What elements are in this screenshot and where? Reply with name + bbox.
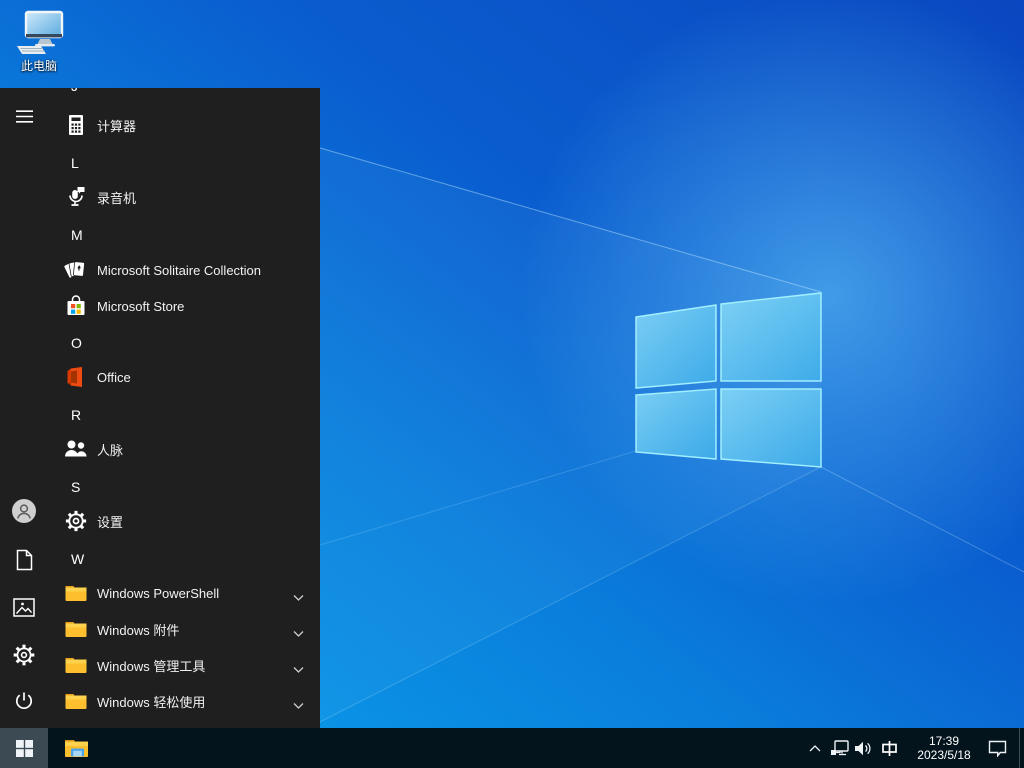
tray-overflow-button[interactable] <box>802 728 828 768</box>
this-pc-icon <box>17 10 64 54</box>
taskbar-clock[interactable]: 17:39 2023/5/18 <box>908 728 980 768</box>
ime-indicator[interactable] <box>876 728 902 768</box>
start-menu-item-microsoft-solitaire-collection[interactable]: Microsoft Solitaire Collection <box>48 252 320 288</box>
solitaire-icon <box>64 261 85 279</box>
file-explorer-button[interactable] <box>52 728 100 768</box>
office-icon <box>67 367 82 387</box>
start-menu-item-windows-轻松使用[interactable]: Windows 轻松使用 <box>48 683 320 719</box>
desktop-icon-label: 此电脑 <box>20 59 57 73</box>
folder-icon <box>65 622 87 637</box>
voice-recorder-icon <box>69 187 85 206</box>
folder-icon <box>65 586 87 601</box>
clock-time: 17:39 <box>928 734 960 748</box>
start-menu-item-office[interactable]: Office <box>48 359 320 395</box>
chevron-down-icon <box>293 703 304 709</box>
store-icon <box>67 295 85 315</box>
start-menu: J 计算器 L 录音机 M Microsoft Solitaire Collec… <box>0 88 320 728</box>
start-menu-item-设置[interactable]: 设置 <box>48 503 320 539</box>
chevron-down-icon <box>293 667 304 673</box>
windows-start-icon <box>15 739 33 757</box>
start-menu-section-m[interactable]: M <box>48 217 320 253</box>
start-menu-section-s[interactable]: S <box>48 469 320 505</box>
start-menu-section-l[interactable]: L <box>48 145 320 181</box>
volume-tray-button[interactable] <box>850 728 876 768</box>
start-menu-item-windows-powershell[interactable]: Windows PowerShell <box>48 575 320 611</box>
start-menu-section-o[interactable]: O <box>48 325 320 361</box>
people-icon <box>65 440 87 457</box>
desktop-icon-this-pc[interactable]: 此电脑 <box>8 10 70 74</box>
start-menu-section-j[interactable]: J <box>48 88 320 104</box>
volume-icon <box>855 741 871 755</box>
start-menu-item-item-18[interactable] <box>48 719 320 728</box>
start-menu-item-录音机[interactable]: 录音机 <box>48 179 320 215</box>
taskbar: 17:39 2023/5/18 <box>0 728 1024 768</box>
network-icon <box>830 740 849 756</box>
chevron-up-icon <box>809 744 821 751</box>
clock-date: 2023/5/18 <box>917 748 971 762</box>
file-explorer-icon <box>64 740 88 757</box>
network-tray-button[interactable] <box>826 728 852 768</box>
action-center-icon <box>988 740 1006 757</box>
calculator-icon <box>69 115 83 135</box>
start-button[interactable] <box>0 728 48 768</box>
folder-icon <box>65 658 87 673</box>
start-menu-item-windows-附件[interactable]: Windows 附件 <box>48 611 320 647</box>
start-menu-item-windows-管理工具[interactable]: Windows 管理工具 <box>48 647 320 683</box>
windows-desktop: 此电脑 J 计算器 L <box>0 0 1024 768</box>
action-center-button[interactable] <box>982 728 1012 768</box>
start-menu-section-r[interactable]: R <box>48 397 320 433</box>
start-menu-section-w[interactable]: W <box>48 541 320 577</box>
folder-icon <box>65 694 87 709</box>
start-menu-item-计算器[interactable]: 计算器 <box>48 107 320 143</box>
start-menu-item-人脉[interactable]: 人脉 <box>48 431 320 467</box>
show-desktop-button[interactable] <box>1019 728 1024 768</box>
start-menu-item-microsoft-store[interactable]: Microsoft Store <box>48 288 320 324</box>
settings-gear-icon <box>65 510 87 532</box>
chevron-down-icon <box>293 595 304 601</box>
start-menu-app-list: J 计算器 L 录音机 M Microsoft Solitaire Collec… <box>0 88 320 728</box>
chevron-down-icon <box>293 631 304 637</box>
ime-zhong-icon <box>881 740 897 756</box>
